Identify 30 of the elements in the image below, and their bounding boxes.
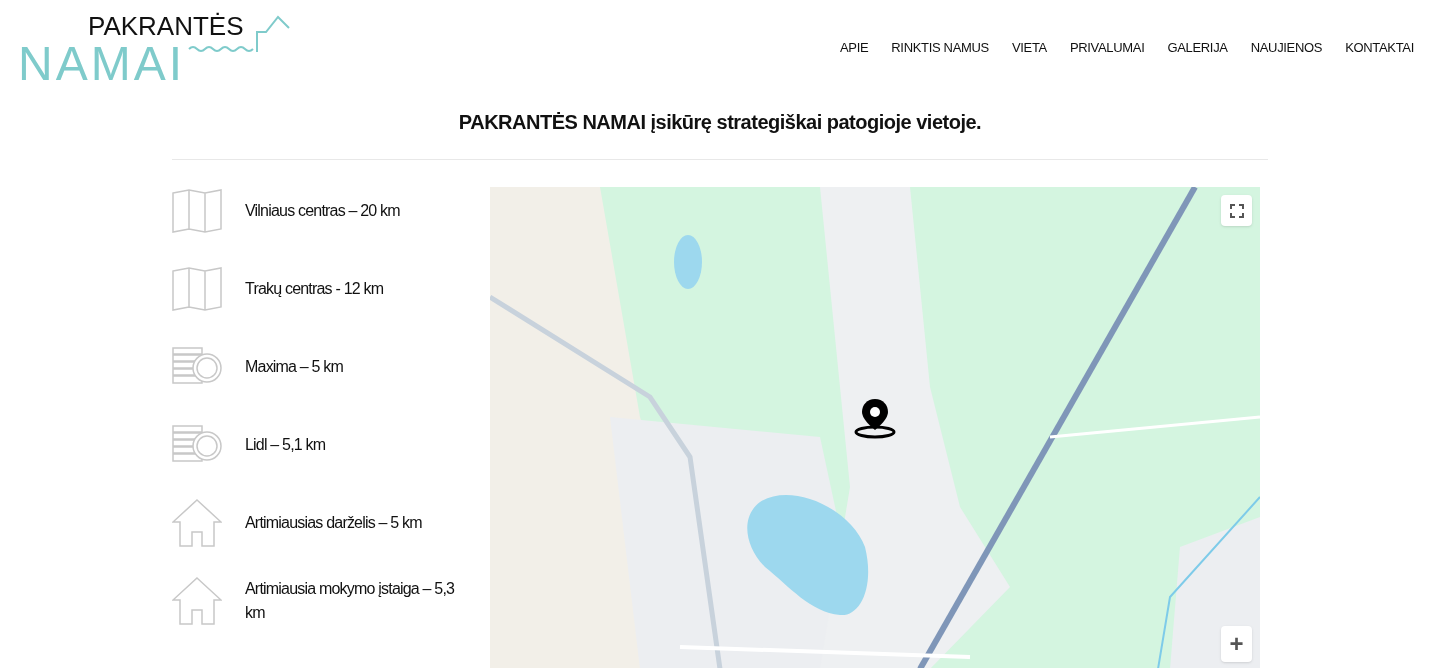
roof-icon	[256, 14, 290, 54]
nav-link[interactable]: NAUJIENOS	[1250, 40, 1323, 56]
map[interactable]: +	[490, 187, 1260, 668]
zoom-in-button[interactable]: +	[1221, 626, 1252, 662]
nav-link[interactable]: GALERIJA	[1167, 40, 1228, 56]
house-icon	[172, 577, 222, 625]
nav-link[interactable]: PRIVALUMAI	[1069, 40, 1145, 56]
distance-text: Artimiausia mokymo įstaiga – 5,3 km	[245, 579, 455, 623]
wave-icon	[188, 44, 256, 54]
nav-link[interactable]: VIETA	[1011, 40, 1047, 56]
page-headline: PAKRANTĖS NAMAI įsikūrę strategiškai patogioje vietoje.	[457, 110, 983, 135]
distance-text: Lidl – 5,1 km	[245, 435, 327, 455]
distance-text: Maxima – 5 km	[245, 357, 345, 377]
logo[interactable]: PAKRANTĖS NAMAI	[18, 10, 290, 88]
fullscreen-button[interactable]	[1221, 195, 1252, 226]
house-icon	[172, 499, 222, 547]
logo-text: PAKRANTĖS	[88, 10, 244, 42]
coins-icon	[172, 347, 222, 387]
distance-text: Artimiausias darželis – 5 km	[245, 513, 423, 533]
nav-link[interactable]: RINKTIS NAMUS	[891, 40, 989, 56]
fullscreen-icon	[1229, 203, 1244, 218]
logo-text: NAMAI	[18, 40, 185, 88]
nav-link[interactable]: APIE	[839, 40, 869, 56]
distance-text: Vilniaus centras – 20 km	[245, 201, 401, 221]
distance-text: Trakų centras - 12 km	[245, 279, 385, 299]
nav-link[interactable]: KONTAKTAI	[1345, 40, 1414, 56]
folded-map-icon	[172, 267, 222, 311]
location-pin-icon	[854, 397, 896, 439]
folded-map-icon	[172, 189, 222, 233]
coins-icon	[172, 425, 222, 465]
